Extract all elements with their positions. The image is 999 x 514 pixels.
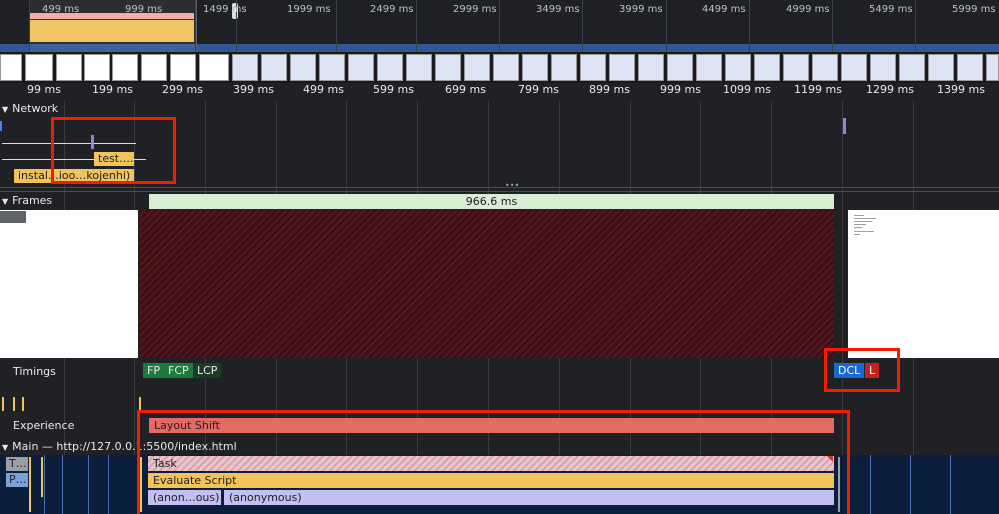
filmstrip-frame[interactable]: [870, 54, 896, 81]
filmstrip-frame[interactable]: [435, 54, 461, 81]
filmstrip-frame[interactable]: [261, 54, 287, 81]
filmstrip-frame[interactable]: [25, 54, 53, 81]
ruler-tick: 399 ms: [233, 83, 274, 96]
overview-label: 999 ms: [125, 4, 163, 15]
track-divider: [0, 187, 999, 188]
overview-label: 5499 ms: [869, 4, 913, 15]
filmstrip-frame[interactable]: [754, 54, 780, 81]
flame-slice[interactable]: [29, 457, 31, 512]
timeline-overview[interactable]: 499 ms 999 ms 1499 ms 1999 ms 2499 ms 29…: [0, 0, 999, 52]
event-tick: [139, 397, 141, 411]
expand-triangle-icon[interactable]: ▼: [2, 443, 8, 452]
filmstrip-frame[interactable]: [377, 54, 403, 81]
filmstrip-frame[interactable]: [319, 54, 345, 81]
ruler-tick: 99 ms: [27, 83, 61, 96]
dropped-frame-area[interactable]: [140, 210, 834, 358]
network-track-header[interactable]: ▼ Network: [2, 102, 58, 115]
expand-triangle-icon[interactable]: ▼: [2, 197, 8, 206]
overview-label: 1999 ms: [287, 4, 331, 15]
network-request-bar[interactable]: [0, 121, 2, 131]
filmstrip-frame[interactable]: [899, 54, 925, 81]
filmstrip-frame[interactable]: [112, 54, 138, 81]
filmstrip-frame[interactable]: [170, 54, 196, 81]
highlight-box-network: [51, 117, 176, 184]
filmstrip-frame[interactable]: [464, 54, 490, 81]
timings-track-header[interactable]: Timings: [13, 365, 56, 378]
filmstrip-frame[interactable]: [290, 54, 316, 81]
filmstrip-frame[interactable]: [812, 54, 838, 81]
filmstrip-frame[interactable]: [957, 54, 983, 81]
track-divider: [0, 191, 999, 192]
ruler-tick: 799 ms: [518, 83, 559, 96]
ruler-tick: 199 ms: [92, 83, 133, 96]
filmstrip-frame[interactable]: [667, 54, 693, 81]
filmstrip-frame[interactable]: [783, 54, 809, 81]
network-title: Network: [12, 102, 59, 115]
filmstrip-frame[interactable]: [696, 54, 722, 81]
filmstrip-frame[interactable]: [725, 54, 751, 81]
overview-label: 4999 ms: [786, 4, 830, 15]
filmstrip-frame[interactable]: [348, 54, 374, 81]
screenshot-filmstrip[interactable]: [0, 52, 999, 83]
highlight-box-timings: [824, 348, 900, 392]
event-tick: [13, 397, 15, 411]
flame-slice[interactable]: [41, 457, 43, 497]
filmstrip-frame[interactable]: [551, 54, 577, 81]
overview-label: 499 ms: [42, 4, 80, 15]
filmstrip-frame[interactable]: [84, 54, 110, 81]
frame-screenshot-marker: [0, 211, 26, 223]
overview-label: 2499 ms: [370, 4, 414, 15]
ruler-tick: 599 ms: [373, 83, 414, 96]
filmstrip-frame[interactable]: [609, 54, 635, 81]
time-ruler[interactable]: 99 ms 199 ms 299 ms 399 ms 499 ms 599 ms…: [0, 83, 999, 101]
ruler-tick: 299 ms: [162, 83, 203, 96]
frames-title: Frames: [12, 194, 53, 207]
filmstrip-frame[interactable]: [141, 54, 167, 81]
frame-screenshot[interactable]: [848, 210, 999, 358]
event-tick: [2, 397, 4, 411]
filmstrip-frame[interactable]: [986, 54, 999, 81]
filmstrip-frame[interactable]: [56, 54, 82, 81]
filmstrip-frame[interactable]: [638, 54, 664, 81]
overview-label: 2999 ms: [453, 4, 497, 15]
timing-marker-lcp[interactable]: LCP: [193, 363, 222, 378]
expand-triangle-icon[interactable]: ▼: [2, 105, 8, 114]
experience-track-header[interactable]: Experience: [13, 419, 74, 432]
filmstrip-frame[interactable]: [199, 54, 229, 81]
highlight-box-main: [137, 410, 850, 514]
frames-track-header[interactable]: ▼ Frames: [2, 194, 52, 207]
flame-task[interactable]: T…: [6, 457, 28, 471]
frame-screenshot[interactable]: [0, 210, 138, 358]
filmstrip-frame[interactable]: [580, 54, 606, 81]
overview-label: 3499 ms: [536, 4, 580, 15]
frame-duration-bar[interactable]: 966.6 ms: [149, 194, 834, 209]
flame-parse[interactable]: P…: [6, 473, 28, 487]
network-request-bar[interactable]: [843, 118, 846, 134]
overview-label: 1499 ms: [203, 4, 247, 15]
filmstrip-frame[interactable]: [406, 54, 432, 81]
resize-handle-icon[interactable]: •••: [505, 182, 519, 190]
ruler-tick: 899 ms: [589, 83, 630, 96]
ruler-tick: 499 ms: [303, 83, 344, 96]
overview-label: 4499 ms: [702, 4, 746, 15]
timing-marker-fp[interactable]: FP: [143, 363, 164, 378]
filmstrip-frame[interactable]: [0, 54, 22, 81]
filmstrip-frame[interactable]: [493, 54, 519, 81]
ruler-tick: 1299 ms: [866, 83, 914, 96]
filmstrip-frame[interactable]: [841, 54, 867, 81]
ruler-tick: 699 ms: [445, 83, 486, 96]
ruler-tick: 1399 ms: [937, 83, 985, 96]
ruler-tick: 1199 ms: [794, 83, 842, 96]
event-tick: [22, 397, 24, 411]
filmstrip-frame[interactable]: [522, 54, 548, 81]
timing-marker-fcp[interactable]: FCP: [164, 363, 193, 378]
ruler-tick: 1099 ms: [723, 83, 771, 96]
filmstrip-frame[interactable]: [928, 54, 954, 81]
ruler-tick: 999 ms: [660, 83, 701, 96]
overview-label: 3999 ms: [619, 4, 663, 15]
overview-label: 5999 ms: [952, 4, 996, 15]
filmstrip-frame[interactable]: [232, 54, 258, 81]
